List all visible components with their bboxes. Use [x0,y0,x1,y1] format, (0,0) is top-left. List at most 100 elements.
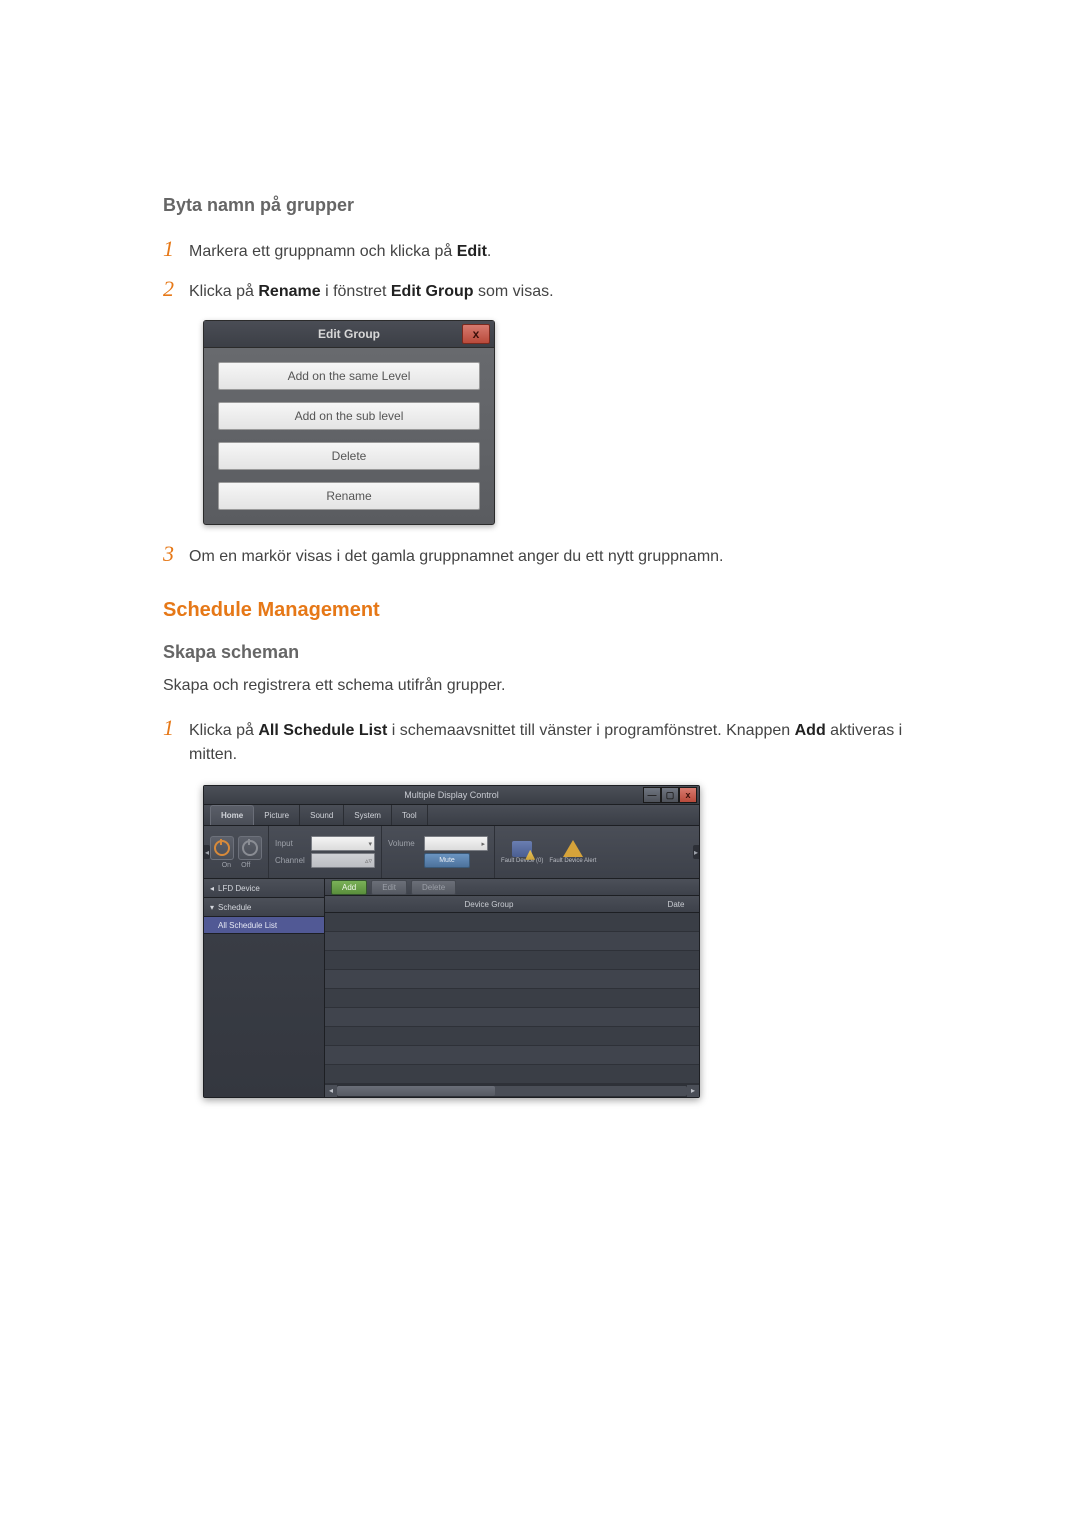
rename-steps-cont: 3 Om en markör visas i det gamla gruppna… [163,541,923,569]
chevron-right-icon: ◂ [210,884,214,893]
step-text: Markera ett gruppnamn och klicka på Edit… [189,236,491,264]
input-label: Input [275,839,307,848]
mute-button[interactable]: Mute [424,853,470,868]
tab-bar: Home Picture Sound System Tool ? [204,805,699,826]
text: i schemaavsnittet till vänster i program… [387,722,794,739]
fault-device-icon[interactable] [512,841,532,857]
app-main: ◂ LFD Device ▾ Schedule All Schedule Lis… [204,879,699,1097]
ribbon-collapse-left-icon[interactable]: ◂ [204,845,210,859]
maximize-icon[interactable]: ▢ [661,787,679,803]
app-titlebar: Multiple Display Control — ▢ x [204,786,699,805]
edit-group-dialog: Edit Group x Add on the same Level Add o… [203,320,495,525]
scroll-right-icon[interactable]: ▸ [687,1085,699,1097]
power-off-button[interactable] [238,836,262,860]
tab-picture[interactable]: Picture [254,805,300,825]
tab-tool[interactable]: Tool [392,805,428,825]
rename-button[interactable]: Rename [218,482,480,510]
table-row [325,1027,699,1046]
action-toolbar: Add Edit Delete [325,879,699,896]
sidebar: ◂ LFD Device ▾ Schedule All Schedule Lis… [204,879,325,1097]
table-body [325,913,699,1084]
table-row [325,1046,699,1065]
fault-alert-icon[interactable] [563,840,583,857]
delete-schedule-button[interactable]: Delete [411,880,456,895]
channel-select[interactable]: ▵▿ [311,853,375,868]
mdc-window: Multiple Display Control — ▢ x Home Pict… [203,785,700,1098]
add-same-level-button[interactable]: Add on the same Level [218,362,480,390]
dialog-body: Add on the same Level Add on the sub lev… [204,348,494,514]
add-sub-level-button[interactable]: Add on the sub level [218,402,480,430]
scroll-track[interactable] [337,1086,687,1096]
bold: Rename [258,283,320,300]
table-row [325,932,699,951]
channel-label: Channel [275,856,307,865]
text: i fönstret [321,283,391,300]
bold: All Schedule List [258,722,387,739]
paragraph: Skapa och registrera ett schema utifrån … [163,677,923,695]
horizontal-scrollbar[interactable]: ◂ ▸ [325,1084,699,1097]
heading-rename-groups: Byta namn på grupper [163,195,923,216]
sidebar-item-label: Schedule [218,903,251,912]
on-label: On [222,862,231,869]
fault-device-label: Fault Device (0) [501,858,543,865]
text: Markera ett gruppnamn och klicka på [189,243,457,260]
volume-label: Volume [388,839,420,848]
power-off-icon [242,840,258,856]
bold: Edit Group [391,283,474,300]
add-button[interactable]: Add [331,880,367,895]
step-3: 3 Om en markör visas i det gamla gruppna… [163,541,923,569]
step-2: 2 Klicka på Rename i fönstret Edit Group… [163,276,923,304]
chevron-down-icon: ▾ [210,903,214,912]
col-date: Date [653,900,699,909]
table-row [325,913,699,932]
sidebar-section-lfd[interactable]: ◂ LFD Device [204,879,324,898]
step-1: 1 Klicka på All Schedule List i schemaav… [163,715,923,767]
table-row [325,970,699,989]
text: . [487,243,491,260]
minimize-icon[interactable]: — [643,787,661,803]
table-row [325,1065,699,1084]
dialog-title: Edit Group [318,327,380,341]
step-1: 1 Markera ett gruppnamn och klicka på Ed… [163,236,923,264]
scroll-thumb[interactable] [337,1086,495,1096]
content-area: Add Edit Delete Device Group Date [325,879,699,1097]
table-row [325,989,699,1008]
table-row [325,951,699,970]
bold: Add [795,722,826,739]
step-text: Klicka på All Schedule List i schemaavsn… [189,715,923,767]
table-row [325,1008,699,1027]
step-number: 3 [163,541,189,567]
table-header: Device Group Date [325,896,699,913]
text: som visas. [474,283,554,300]
ribbon-collapse-right-icon[interactable]: ▸ [693,845,699,859]
tab-sound[interactable]: Sound [300,805,344,825]
bold: Edit [457,243,487,260]
scroll-left-icon[interactable]: ◂ [325,1085,337,1097]
window-controls: — ▢ x [643,787,697,803]
sidebar-item-label: LFD Device [218,884,260,893]
app-title: Multiple Display Control [404,790,499,800]
step-number: 1 [163,715,189,741]
delete-button[interactable]: Delete [218,442,480,470]
volume-select[interactable]: ▸ [424,836,488,851]
input-select[interactable]: ▾ [311,836,375,851]
rename-steps: 1 Markera ett gruppnamn och klicka på Ed… [163,236,923,304]
app-screenshot-figure: Multiple Display Control — ▢ x Home Pict… [203,785,923,1098]
sidebar-empty [204,934,324,1097]
power-on-button[interactable] [210,836,234,860]
step-text: Klicka på Rename i fönstret Edit Group s… [189,276,554,304]
tab-home[interactable]: Home [210,805,254,825]
step-number: 1 [163,236,189,262]
sidebar-item-all-schedule-list[interactable]: All Schedule List [204,917,324,934]
fault-alert-label: Fault Device Alert [549,858,596,865]
close-icon[interactable]: x [679,787,697,803]
tab-system[interactable]: System [344,805,392,825]
heading-create-schedules: Skapa scheman [163,642,923,663]
close-icon[interactable]: x [462,324,490,344]
power-on-icon [214,840,230,856]
heading-schedule-management: Schedule Management [163,599,923,622]
off-label: Off [241,862,250,869]
text: Klicka på [189,722,258,739]
sidebar-section-schedule[interactable]: ▾ Schedule [204,898,324,917]
edit-button[interactable]: Edit [371,880,407,895]
